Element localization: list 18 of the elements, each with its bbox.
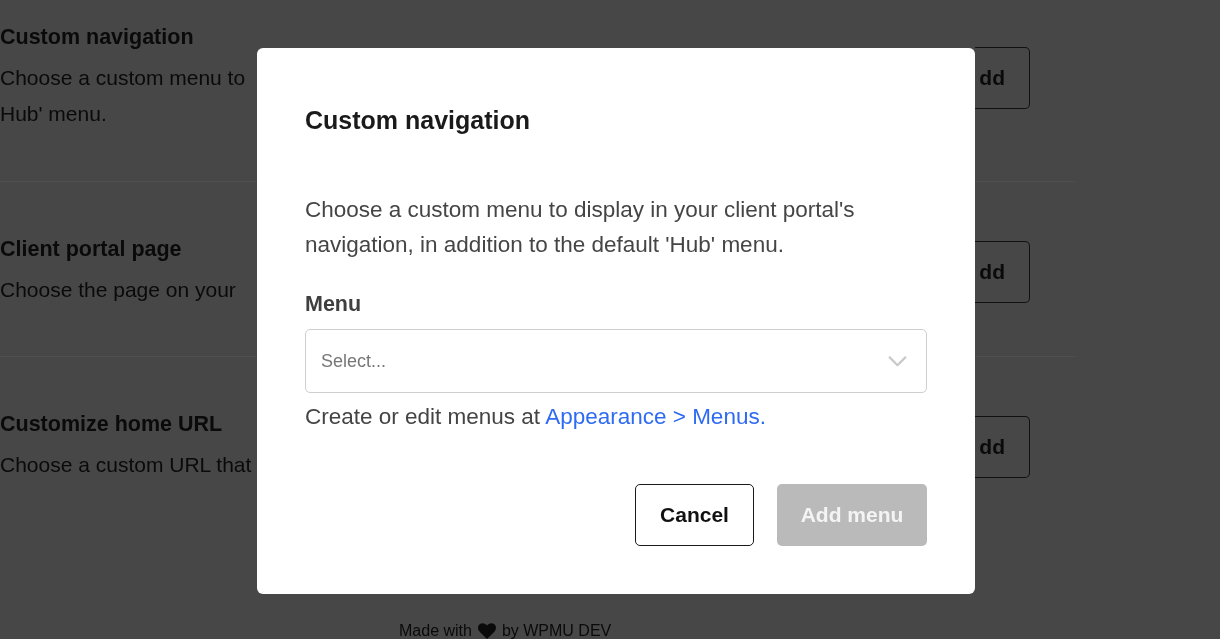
footer-text: Made with [399,622,472,639]
heart-icon [477,622,496,639]
section-title: Custom navigation [0,24,194,51]
menu-select[interactable]: Select... [305,329,927,393]
cancel-button[interactable]: Cancel [635,484,754,546]
section-description: Hub' menu. [0,101,107,127]
section-description: Choose a custom URL that [0,452,252,478]
footer-text: by WPMU DEV [501,622,612,639]
section-title: Customize home URL [0,411,223,438]
dialog-title: Custom navigation [305,105,531,136]
field-label: Menu [305,291,363,318]
appearance-menus-link[interactable]: Appearance > Menus. [545,404,766,429]
section-title: Client portal page [0,236,182,263]
section-description: Choose a custom menu to [0,65,246,91]
chevron-down-icon [888,355,907,367]
help-text: Create or edit menus at Appearance > Menus. [305,403,767,431]
section-description: Choose the page on your [0,277,236,303]
dialog-description: Choose a custom menu to display in your client portal's navigation, in addition to the default 'Hub' menu. [305,196,856,259]
